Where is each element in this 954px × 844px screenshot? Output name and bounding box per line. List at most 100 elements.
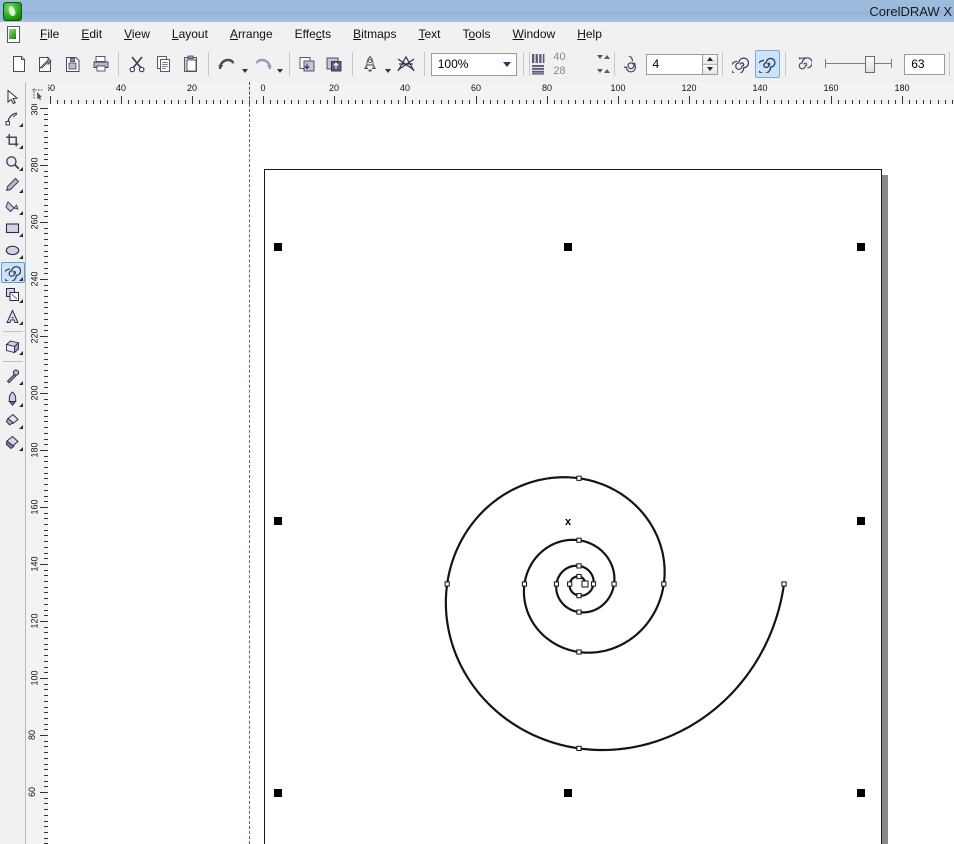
menu-arrange[interactable]: Arrange <box>219 24 284 44</box>
spiral-expansion-value[interactable]: 63 <box>904 54 945 75</box>
symmetrical-spiral-button[interactable] <box>728 50 753 78</box>
interactive-fill-tool[interactable] <box>1 432 25 453</box>
ellipse-tool-flyout[interactable] <box>19 255 23 259</box>
selection-handle[interactable] <box>274 517 282 525</box>
spiral-node-handle[interactable] <box>591 582 595 586</box>
selection-handle[interactable] <box>274 789 282 797</box>
menu-tools[interactable]: Tools <box>451 24 501 44</box>
shape-tool-flyout[interactable] <box>19 123 23 127</box>
selection-handle[interactable] <box>857 789 865 797</box>
print-button[interactable] <box>88 50 113 78</box>
spiral-path[interactable] <box>446 477 784 750</box>
redo-dropdown[interactable] <box>276 49 285 79</box>
menu-edit[interactable]: Edit <box>70 24 113 44</box>
export-button[interactable] <box>322 50 347 78</box>
graph-paper-columns-spinner[interactable] <box>597 55 610 59</box>
spiral-node-handle[interactable] <box>577 746 581 750</box>
freehand-tool[interactable] <box>1 174 25 195</box>
new-document-button[interactable] <box>7 50 32 78</box>
menu-help[interactable]: Help <box>566 24 613 44</box>
text-tool-flyout[interactable] <box>19 321 23 325</box>
selection-handle[interactable] <box>564 243 572 251</box>
selection-handle[interactable] <box>274 243 282 251</box>
extrude-tool-flyout[interactable] <box>19 351 23 355</box>
menu-file[interactable]: File <box>29 24 70 44</box>
text-tool[interactable] <box>1 306 25 327</box>
outline-tool-flyout[interactable] <box>19 403 23 407</box>
shape-tool[interactable] <box>1 108 25 129</box>
smart-fill-tool[interactable] <box>1 196 25 217</box>
spiral-node-handle[interactable] <box>577 476 581 480</box>
spiral-object[interactable]: x <box>48 104 954 844</box>
eyedropper-tool-flyout[interactable] <box>19 381 23 385</box>
ruler-origin-button[interactable] <box>26 82 49 105</box>
spiral-node-handle[interactable] <box>554 582 558 586</box>
spiral-revolutions-spinner[interactable] <box>703 54 718 75</box>
open-document-button[interactable] <box>34 50 59 78</box>
spiral-node-handle[interactable] <box>662 582 666 586</box>
zoom-tool-flyout[interactable] <box>19 167 23 171</box>
rectangle-tool-flyout[interactable] <box>19 233 23 237</box>
spiral-node-handle[interactable] <box>522 582 526 586</box>
selection-handle[interactable] <box>857 243 865 251</box>
horizontal-ruler[interactable]: 604020020406080100120140160180200 <box>48 82 954 105</box>
spiral-node-handle[interactable] <box>577 650 581 654</box>
menu-window[interactable]: Window <box>502 24 567 44</box>
import-button[interactable] <box>295 50 320 78</box>
crop-tool-flyout[interactable] <box>19 145 23 149</box>
undo-button[interactable] <box>214 50 239 78</box>
spiral-node-handle[interactable] <box>577 574 581 578</box>
fill-tool-flyout[interactable] <box>19 425 23 429</box>
spiral-expansion-slider[interactable] <box>821 52 896 76</box>
menu-effects[interactable]: Effects <box>284 24 342 44</box>
menu-text[interactable]: Text <box>407 24 451 44</box>
spiral-revolutions-up[interactable] <box>703 55 717 65</box>
graph-paper-rows-spinner[interactable] <box>597 69 610 73</box>
graph-paper-columns-row[interactable]: 40 <box>548 50 610 64</box>
drawing-canvas[interactable]: x <box>48 104 954 844</box>
freehand-tool-flyout[interactable] <box>19 189 23 193</box>
spiral-node-handle[interactable] <box>568 582 572 586</box>
application-launcher-dropdown[interactable] <box>384 49 393 79</box>
zoom-tool[interactable] <box>1 152 25 173</box>
cut-button[interactable] <box>124 50 149 78</box>
selection-handle[interactable] <box>857 517 865 525</box>
fill-tool[interactable] <box>1 410 25 431</box>
logarithmic-spiral-button[interactable] <box>755 50 780 78</box>
spiral-node-handle[interactable] <box>577 594 581 598</box>
spiral-revolutions-value[interactable]: 4 <box>646 54 702 75</box>
spiral-expansion-slider-thumb[interactable] <box>865 56 875 73</box>
menu-bitmaps[interactable]: Bitmaps <box>342 24 407 44</box>
application-launcher-button[interactable] <box>358 50 383 78</box>
pick-tool[interactable] <box>1 86 25 107</box>
save-document-button[interactable] <box>61 50 86 78</box>
vertical-ruler[interactable]: 3002802602402202001801601401201008060 <box>26 104 49 844</box>
spiral-node-handle[interactable] <box>577 564 581 568</box>
menu-view[interactable]: View <box>113 24 161 44</box>
outline-tool[interactable] <box>1 388 25 409</box>
spiral-tool[interactable] <box>1 262 25 283</box>
corel-online-button[interactable] <box>394 50 419 78</box>
graph-paper-rows-row[interactable]: 28 <box>548 64 610 78</box>
ellipse-tool[interactable] <box>1 240 25 261</box>
spiral-node-handle[interactable] <box>782 582 786 586</box>
zoom-level-combo[interactable]: 100% <box>431 53 518 76</box>
paste-button[interactable] <box>178 50 203 78</box>
chevron-down-icon[interactable] <box>498 55 516 74</box>
rectangle-tool[interactable] <box>1 218 25 239</box>
selection-handle[interactable] <box>564 789 572 797</box>
spiral-node-handle[interactable] <box>577 538 581 542</box>
redo-button[interactable] <box>250 50 275 78</box>
spiral-tool-flyout[interactable] <box>19 277 23 281</box>
undo-dropdown[interactable] <box>240 49 249 79</box>
spiral-node-handle[interactable] <box>445 582 449 586</box>
spiral-node-handle[interactable] <box>582 581 588 587</box>
interactive-fill-tool-flyout[interactable] <box>19 447 23 451</box>
spiral-revolutions-down[interactable] <box>703 65 717 74</box>
menu-layout[interactable]: Layout <box>161 24 219 44</box>
extrude-tool[interactable] <box>1 336 25 357</box>
spiral-node-handle[interactable] <box>612 582 616 586</box>
spiral-node-handle[interactable] <box>577 610 581 614</box>
crop-tool[interactable] <box>1 130 25 151</box>
basic-shapes-tool[interactable] <box>1 284 25 305</box>
